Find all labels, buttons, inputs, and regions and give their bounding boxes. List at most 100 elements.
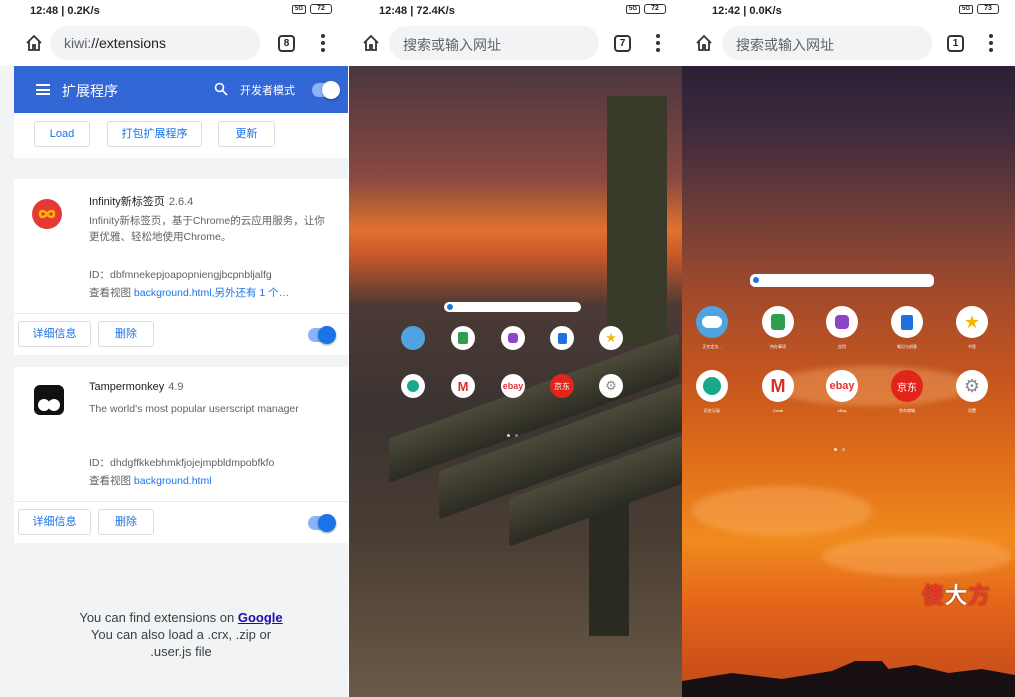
apps-icon[interactable]: [501, 326, 525, 350]
extension-description: Infinity新标签页，基于Chrome的云应用服务，让你更优雅、轻松地使用C…: [89, 215, 325, 243]
google-link[interactable]: Google: [238, 610, 283, 625]
more-menu-icon[interactable]: [988, 34, 994, 52]
app-label: 历史记录: [704, 408, 720, 413]
action-row: Load 打包扩展程序 更新: [14, 113, 348, 158]
footer-line2: You can also load a .crx, .zip or: [90, 627, 272, 642]
notebook-icon[interactable]: [550, 326, 574, 350]
app-label: 设置: [968, 408, 976, 413]
tab-switcher-button[interactable]: 8: [278, 35, 295, 52]
extension-id: ID：dhdgffkkebhmkfjojejmpbldmpobfkfo: [89, 457, 275, 469]
extension-id: ID：dbfmnekepjoapopniengjbcpnbljalfg: [89, 269, 272, 281]
background-page-link[interactable]: background.html: [134, 475, 212, 487]
remove-button[interactable]: 删除: [98, 321, 154, 347]
address-bar: 搜索或输入网址 7: [349, 22, 682, 66]
app-label: eBay: [837, 408, 847, 413]
extension-name: Infinity新标签页 2.6.4: [89, 196, 194, 208]
new-tab-screen-dark: 12:48 | 72.4K/s 5G 72 搜索或输入网址 7 ★ M ebay …: [349, 0, 682, 697]
star-icon[interactable]: ★: [599, 326, 623, 350]
status-bar: 12:48 | 0.2K/s 5G 72: [0, 0, 348, 22]
status-time: 12:48 | 72.4K/s: [379, 5, 455, 17]
battery-icon: 73: [977, 4, 999, 14]
app-label: 书签: [968, 344, 976, 349]
app-label: 京东商城: [899, 408, 915, 413]
apps-icon[interactable]: [826, 306, 858, 338]
pack-extension-button[interactable]: 打包扩展程序: [107, 121, 202, 147]
extension-name: Tampermonkey 4.9: [89, 381, 184, 393]
skyline-silhouette: [682, 661, 1015, 697]
note-icon[interactable]: [762, 306, 794, 338]
extensions-footer: You can find extensions on Google You ca…: [14, 609, 348, 660]
app-label: 正在定位...: [702, 344, 722, 349]
search-input[interactable]: 搜索或输入网址: [389, 26, 599, 60]
inspect-views: 查看视图 background.html,另外还有 1 个…: [89, 287, 290, 299]
address-bar: kiwi://extensions 8: [0, 22, 348, 66]
app-label: 应用: [838, 344, 846, 349]
homepage-search-box[interactable]: [750, 274, 934, 287]
page-indicator: [507, 434, 518, 437]
page-indicator: [834, 448, 845, 451]
extensions-header: 扩展程序 开发者模式: [14, 66, 348, 113]
home-icon[interactable]: [694, 33, 714, 53]
watermark: 傻大方: [922, 583, 992, 608]
extension-enable-toggle[interactable]: [308, 514, 336, 532]
home-icon[interactable]: [361, 33, 381, 53]
battery-icon: 72: [644, 4, 666, 14]
search-input[interactable]: 搜索或输入网址: [722, 26, 932, 60]
status-time: 12:48 | 0.2K/s: [30, 5, 100, 17]
more-menu-icon[interactable]: [655, 34, 661, 52]
extension-card-infinity: Infinity新标签页 2.6.4 Infinity新标签页，基于Chrome的…: [14, 179, 348, 355]
extension-description: The world's most popular userscript mana…: [89, 403, 299, 415]
gmail-icon[interactable]: M: [762, 370, 794, 402]
tampermonkey-logo-icon: [34, 385, 64, 415]
url-input[interactable]: kiwi://extensions: [50, 26, 260, 60]
homepage-search-box[interactable]: [444, 302, 581, 312]
status-bar: 12:48 | 72.4K/s 5G 72: [349, 0, 682, 22]
inspect-views: 查看视图 background.html: [89, 475, 212, 487]
signal-icon: 5G: [626, 4, 640, 14]
card-footer: 详细信息 删除: [14, 313, 348, 353]
app-label: 笔记与创意: [897, 344, 917, 349]
home-icon[interactable]: [24, 33, 44, 53]
notebook-icon[interactable]: [891, 306, 923, 338]
jd-icon[interactable]: 京东: [550, 374, 574, 398]
signal-icon: 5G: [959, 4, 973, 14]
battery-icon: 72: [310, 4, 332, 14]
update-button[interactable]: 更新: [218, 121, 275, 147]
signal-icon: 5G: [292, 4, 306, 14]
tab-switcher-button[interactable]: 1: [947, 35, 964, 52]
settings-icon[interactable]: ⚙: [956, 370, 988, 402]
star-icon[interactable]: ★: [956, 306, 988, 338]
developer-mode-toggle[interactable]: [312, 81, 340, 99]
ebay-icon[interactable]: ebay: [826, 370, 858, 402]
clock-icon[interactable]: [401, 374, 425, 398]
hamburger-menu-icon[interactable]: [36, 84, 50, 95]
load-button[interactable]: Load: [34, 121, 90, 147]
gmail-icon[interactable]: M: [451, 374, 475, 398]
background-page-link[interactable]: background.html,另外还有 1 个…: [134, 287, 289, 299]
search-icon[interactable]: [214, 82, 228, 96]
card-footer: 详细信息 删除: [14, 501, 348, 541]
address-bar: 搜索或输入网址 1: [682, 22, 1015, 66]
weather-icon[interactable]: [696, 306, 728, 338]
infinity-logo-icon: [32, 199, 62, 229]
jd-icon[interactable]: 京东: [891, 370, 923, 402]
app-label: Gmail: [772, 408, 784, 413]
ebay-icon[interactable]: ebay: [501, 374, 525, 398]
clock-icon[interactable]: [696, 370, 728, 402]
more-menu-icon[interactable]: [320, 34, 326, 52]
details-button[interactable]: 详细信息: [18, 321, 91, 347]
tab-switcher-button[interactable]: 7: [614, 35, 631, 52]
url-path: //extensions: [91, 35, 166, 51]
app-label: 待办事项: [770, 344, 786, 349]
extension-card-tampermonkey: Tampermonkey 4.9 The world's most popular…: [14, 367, 348, 543]
footer-line1: You can find extensions on: [79, 610, 238, 625]
extension-enable-toggle[interactable]: [308, 326, 336, 344]
url-scheme: kiwi:: [64, 35, 92, 51]
details-button[interactable]: 详细信息: [18, 509, 91, 535]
developer-mode-label: 开发者模式: [240, 85, 295, 97]
note-icon[interactable]: [451, 326, 475, 350]
remove-button[interactable]: 删除: [98, 509, 154, 535]
new-tab-screen-sunset: 12:42 | 0.0K/s 5G 73 搜索或输入网址 1 ★ 正在定位... …: [682, 0, 1015, 697]
weather-icon[interactable]: [401, 326, 425, 350]
settings-icon[interactable]: ⚙: [599, 374, 623, 398]
